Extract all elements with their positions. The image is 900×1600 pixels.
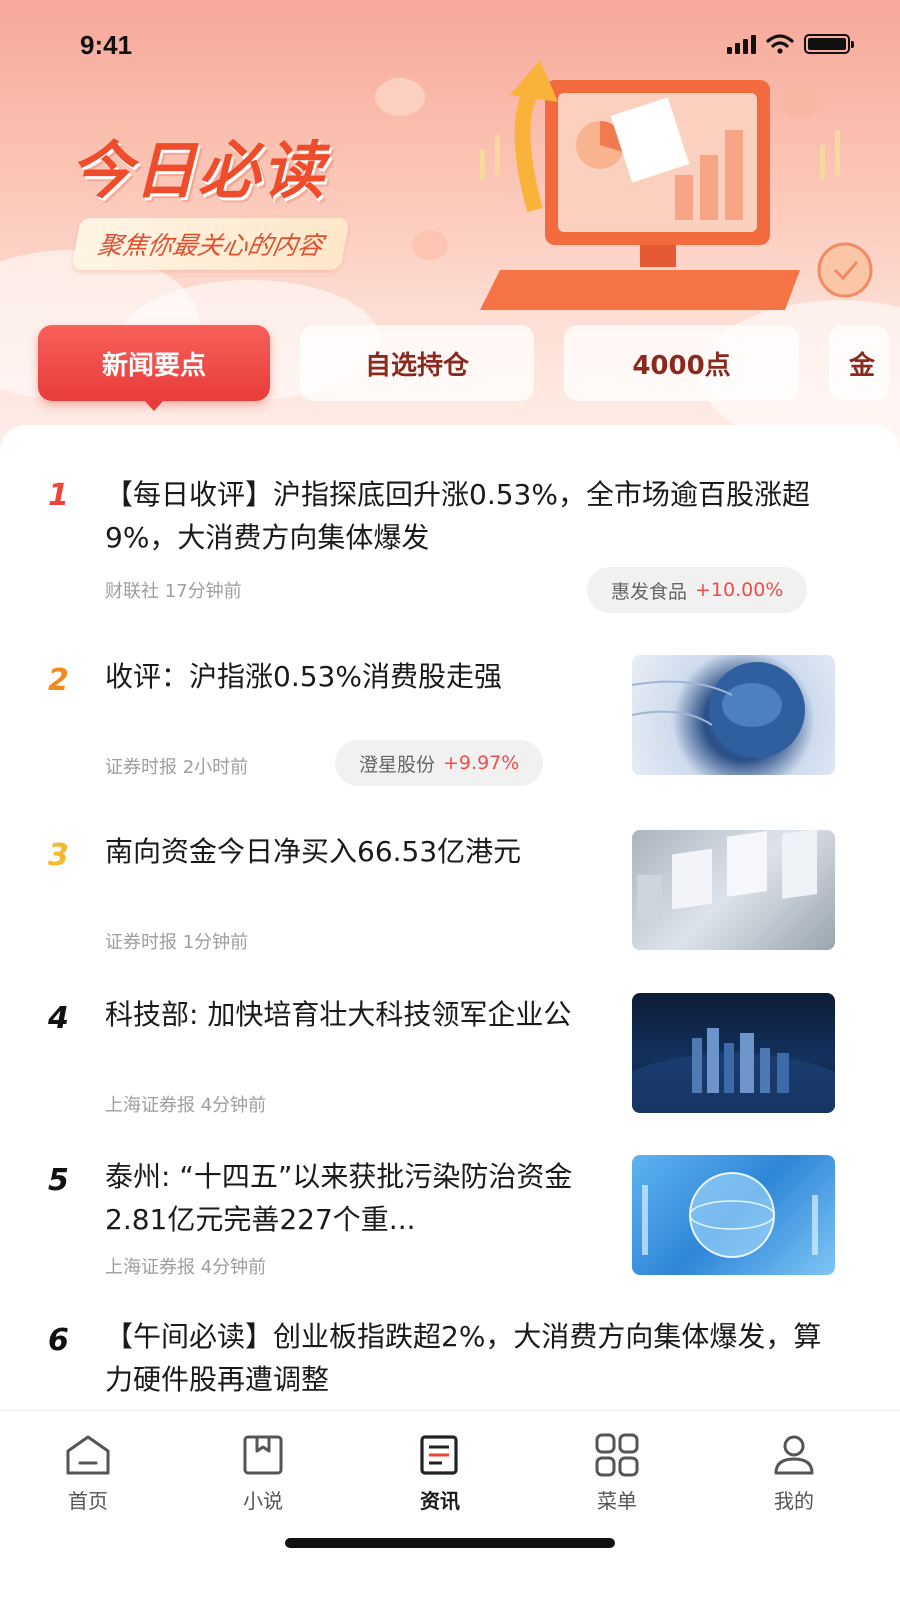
tabbar-item-me[interactable]: 我的 (744, 1433, 844, 1514)
news-thumbnail (632, 655, 835, 775)
tabbar-label: 我的 (774, 1489, 814, 1513)
news-title: 南向资金今日净买入66.53亿港元 (105, 835, 522, 868)
news-time: 4分钟前 (200, 1257, 267, 1278)
news-source: 上海证券报 (105, 1095, 195, 1116)
user-icon (774, 1435, 814, 1475)
news-item[interactable]: 1 【每日收评】沪指探底回升涨0.53%，全市场逾百股涨超9%，大消费方向集体爆… (0, 470, 900, 620)
news-time: 1分钟前 (182, 932, 249, 953)
news-source: 证券时报 (105, 757, 177, 778)
news-title: 收评：沪指涨0.53%消费股走强 (105, 660, 502, 693)
stock-change: +9.97% (443, 752, 520, 774)
coin-decoration (412, 230, 448, 260)
stock-change: +10.00% (695, 579, 784, 601)
tabbar-label: 小说 (243, 1489, 283, 1513)
status-bar: 9:41 (0, 0, 900, 90)
stock-chip[interactable]: 惠发食品 +10.00% (587, 567, 808, 613)
signal-icon (727, 35, 756, 54)
status-time: 9:41 (80, 30, 133, 60)
news-thumbnail (632, 1155, 835, 1275)
news-list: 1 【每日收评】沪指探底回升涨0.53%，全市场逾百股涨超9%，大消费方向集体爆… (0, 425, 900, 1410)
news-source: 财联社 (105, 581, 159, 602)
rank-number: 4 (48, 1001, 69, 1036)
bottom-tab-bar: 首页 小说 资讯 菜单 我的 (0, 1410, 900, 1600)
tabbar-label: 菜单 (597, 1489, 637, 1513)
tab-news-highlights[interactable]: 新闻要点 (38, 325, 270, 411)
news-item[interactable]: 5 泰州: “十四五”以来获批污染防治资金2.81亿元完善227个重... 上海… (0, 1155, 900, 1285)
news-meta: 财联社 17分钟前 (105, 577, 242, 603)
home-icon (66, 1435, 110, 1475)
news-time: 4分钟前 (200, 1095, 267, 1116)
news-thumbnail (632, 993, 835, 1113)
rank-number: 6 (48, 1323, 69, 1358)
rank-number: 1 (48, 478, 69, 513)
stock-name: 惠发食品 (611, 580, 688, 603)
news-thumbnail (632, 830, 835, 950)
home-indicator (285, 1538, 615, 1548)
computer-chart-illustration (480, 60, 873, 310)
tabbar-item-news[interactable]: 资讯 (390, 1433, 490, 1514)
page-title: 今日必读 (70, 134, 327, 207)
tabbar-item-menu[interactable]: 菜单 (567, 1433, 667, 1514)
wifi-icon (766, 34, 794, 54)
news-time: 2小时前 (182, 757, 249, 778)
tabbar-item-home[interactable]: 首页 (38, 1433, 138, 1514)
news-title: 【午间必读】创业板指跌超2%，大消费方向集体爆发，算力硬件股再遭调整 (105, 1320, 822, 1396)
tabbar-label: 首页 (68, 1489, 108, 1513)
tab-gold[interactable]: 金 (829, 325, 889, 401)
news-source: 证券时报 (105, 932, 177, 953)
news-item[interactable]: 4 科技部: 加快培育壮大科技领军企业公 上海证券报 4分钟前 (0, 993, 900, 1123)
news-item[interactable]: 3 南向资金今日净买入66.53亿港元 证券时报 1分钟前 (0, 830, 900, 955)
news-title: 科技部: 加快培育壮大科技领军企业公 (105, 998, 572, 1031)
news-meta: 证券时报 2小时前 (105, 753, 248, 779)
rank-number: 3 (48, 838, 69, 873)
tab-watchlist-holdings[interactable]: 自选持仓 (300, 325, 534, 401)
news-meta: 上海证券报 4分钟前 (105, 1253, 266, 1279)
battery-icon (804, 34, 854, 54)
page-subtitle: 聚焦你最关心的内容 (71, 218, 350, 270)
news-source: 上海证券报 (105, 1257, 195, 1278)
news-meta: 证券时报 1分钟前 (105, 928, 248, 954)
rank-number: 5 (48, 1163, 69, 1198)
grid-menu-icon (595, 1433, 639, 1477)
news-meta: 上海证券报 4分钟前 (105, 1091, 266, 1117)
news-title: 【每日收评】沪指探底回升涨0.53%，全市场逾百股涨超9%，大消费方向集体爆发 (105, 478, 810, 554)
stock-name: 澄星股份 (359, 753, 436, 776)
news-time: 17分钟前 (164, 581, 242, 602)
news-item[interactable]: 6 【午间必读】创业板指跌超2%，大消费方向集体爆发，算力硬件股再遭调整 (0, 1315, 900, 1410)
category-tabs: 新闻要点 自选持仓 4000点 金 (38, 325, 889, 411)
news-icon (420, 1435, 458, 1475)
tab-4000-points[interactable]: 4000点 (564, 325, 799, 401)
news-item[interactable]: 2 收评：沪指涨0.53%消费股走强 证券时报 2小时前 澄星股份 +9.97% (0, 655, 900, 786)
news-title: 泰州: “十四五”以来获批污染防治资金2.81亿元完善227个重... (105, 1160, 573, 1236)
book-icon (243, 1435, 283, 1475)
tabbar-item-novel[interactable]: 小说 (213, 1433, 313, 1514)
stock-chip[interactable]: 澄星股份 +9.97% (335, 740, 544, 786)
tabbar-label: 资讯 (420, 1489, 460, 1513)
rank-number: 2 (48, 663, 69, 698)
status-icons (727, 34, 854, 54)
